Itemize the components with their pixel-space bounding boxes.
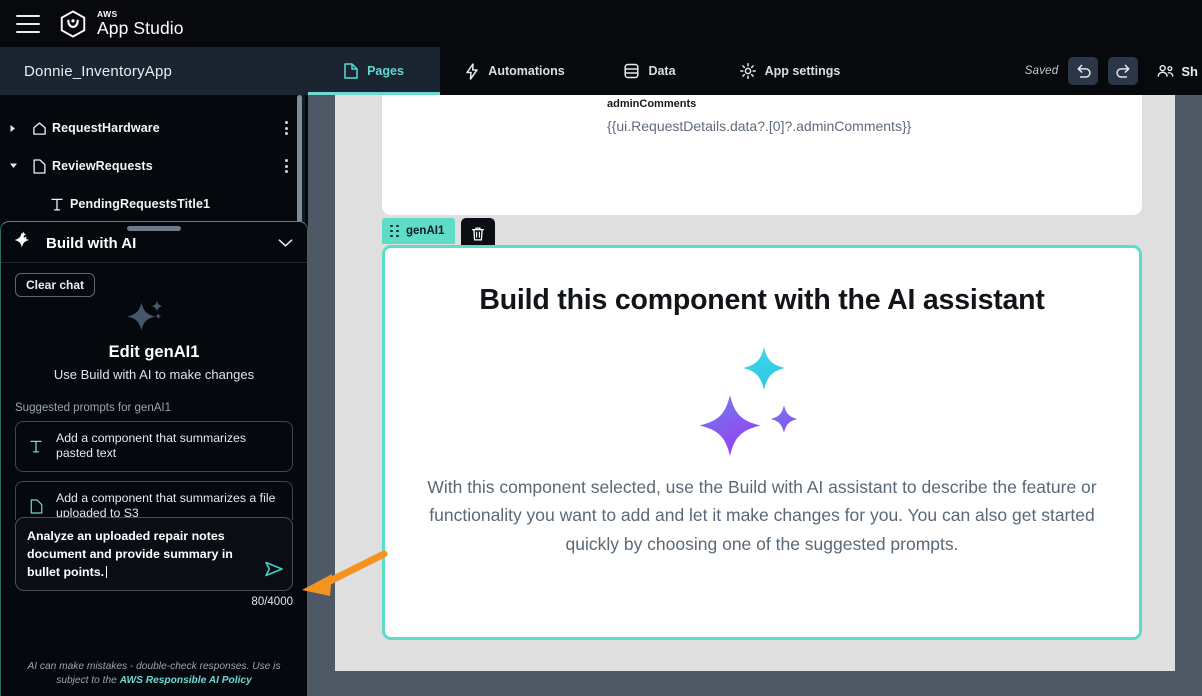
undo-icon <box>1077 64 1091 78</box>
card-body-text: With this component selected, use the Bu… <box>427 477 1097 554</box>
page-canvas[interactable]: adminComments {{ui.RequestDetails.data?.… <box>335 95 1175 671</box>
file-icon <box>27 498 45 514</box>
build-with-ai-title: Build with AI <box>46 235 137 252</box>
hamburger-menu-icon[interactable] <box>16 14 40 33</box>
tab-data[interactable]: Data <box>590 47 710 95</box>
ai-hero-subtitle: Use Build with AI to make changes <box>53 367 255 382</box>
app-name-zone: Donnie_InventoryApp <box>0 47 308 95</box>
ai-hero: Edit genAI1 Use Build with AI to make ch… <box>15 299 293 382</box>
tree-item-label: RequestHardware <box>52 121 160 135</box>
send-icon <box>265 561 283 577</box>
character-counter: 80/4000 <box>251 596 293 608</box>
ai-composer: Analyze an uploaded repair notes documen… <box>15 517 293 608</box>
text-icon <box>44 197 70 212</box>
previous-component-card[interactable]: adminComments {{ui.RequestDetails.data?.… <box>382 95 1142 215</box>
tab-pages[interactable]: Pages <box>308 47 440 95</box>
send-prompt-button[interactable] <box>264 560 284 583</box>
bolt-icon <box>466 62 479 80</box>
hero-sparkle-icon <box>15 299 293 339</box>
tab-app-settings[interactable]: App settings <box>710 47 870 95</box>
chevron-right-icon[interactable] <box>0 124 26 133</box>
redo-button[interactable] <box>1108 57 1139 85</box>
component-name-badge[interactable]: genAI1 <box>382 218 456 244</box>
app-toolbar: Donnie_InventoryApp Pages Automations Da… <box>0 47 1202 95</box>
share-button[interactable]: Sh <box>1156 63 1198 79</box>
text-icon <box>27 439 45 454</box>
admin-comments-field: adminComments {{ui.RequestDetails.data?.… <box>607 98 937 136</box>
chevron-down-icon[interactable] <box>278 235 293 253</box>
chevron-down-icon[interactable] <box>0 162 26 170</box>
tab-pages-label: Pages <box>367 64 404 78</box>
prompt-input[interactable]: Analyze an uploaded repair notes documen… <box>15 517 293 591</box>
responsible-ai-policy-link[interactable]: AWS Responsible AI Policy <box>120 675 252 686</box>
brand-title: App Studio <box>97 17 184 38</box>
redo-icon <box>1116 64 1130 78</box>
undo-button[interactable] <box>1068 57 1099 85</box>
aws-cube-logo-icon <box>60 9 86 38</box>
tree-item-reviewrequests[interactable]: ReviewRequests <box>0 147 308 185</box>
sparkle-icon <box>14 231 37 256</box>
database-icon <box>624 63 640 79</box>
tree-item-pendingrequeststitle1[interactable]: PendingRequestsTitle1 <box>0 185 308 223</box>
sparkle-cluster-icon <box>692 347 832 457</box>
drag-handle-icon[interactable] <box>390 224 399 238</box>
gear-icon <box>739 63 756 79</box>
canvas-frame: adminComments {{ui.RequestDetails.data?.… <box>308 95 1202 696</box>
people-icon <box>1157 64 1174 77</box>
tree-item-menu-icon[interactable] <box>285 159 288 173</box>
home-icon <box>26 121 52 136</box>
admin-comments-label: adminComments <box>607 98 697 110</box>
main-tabs: Pages Automations Data App settings <box>308 47 870 95</box>
card-title: Build this component with the AI assista… <box>479 284 1045 316</box>
tree-item-requesthardware[interactable]: RequestHardware <box>0 109 308 147</box>
component-badge-label: genAI1 <box>406 225 445 237</box>
top-navigation-bar: AWS App Studio <box>0 0 1202 47</box>
suggested-prompts-label: Suggested prompts for genAI1 <box>15 402 171 414</box>
tab-automations-label: Automations <box>488 64 565 78</box>
app-name-label: Donnie_InventoryApp <box>24 62 173 80</box>
app-studio-window: AWS App Studio Donnie_InventoryApp Pages… <box>0 0 1202 696</box>
tree-item-menu-icon[interactable] <box>285 121 288 135</box>
prompt-input-value: Analyze an uploaded repair notes documen… <box>27 529 233 579</box>
ai-disclaimer: AI can make mistakes - double-check resp… <box>15 660 293 688</box>
suggested-prompt-1[interactable]: Add a component that summarizes pasted t… <box>15 421 293 472</box>
genai-placeholder-card[interactable]: Build this component with the AI assista… <box>382 245 1142 640</box>
save-status-label: Saved <box>1024 65 1059 77</box>
tab-automations[interactable]: Automations <box>440 47 590 95</box>
clear-chat-button[interactable]: Clear chat <box>15 273 96 297</box>
suggested-prompt-1-label: Add a component that summarizes pasted t… <box>56 431 247 461</box>
panel-resize-handle[interactable] <box>127 226 181 231</box>
tab-settings-label: App settings <box>764 64 841 78</box>
page-icon <box>344 63 358 79</box>
admin-comments-binding: {{ui.RequestDetails.data?.[0]?.adminComm… <box>607 118 912 134</box>
share-label: Sh <box>1181 63 1198 79</box>
tree-item-label: PendingRequestsTitle1 <box>70 197 211 211</box>
toolbar-actions: Saved Sh <box>1025 47 1202 95</box>
app-studio-logo[interactable]: AWS App Studio <box>58 9 184 39</box>
tab-data-label: Data <box>648 64 676 78</box>
ai-hero-title: Edit genAI1 <box>108 343 200 361</box>
build-with-ai-body: Clear chat Edit genAI1 Use Build with AI… <box>1 263 307 696</box>
page-icon <box>26 158 52 174</box>
build-with-ai-panel: Build with AI Clear chat Edit genAI1 Use… <box>0 221 308 696</box>
trash-icon <box>472 227 485 241</box>
text-cursor <box>106 566 108 578</box>
page-tree: RequestHardware ReviewRequests PendingRe… <box>0 95 308 223</box>
tree-item-label: ReviewRequests <box>52 159 153 173</box>
